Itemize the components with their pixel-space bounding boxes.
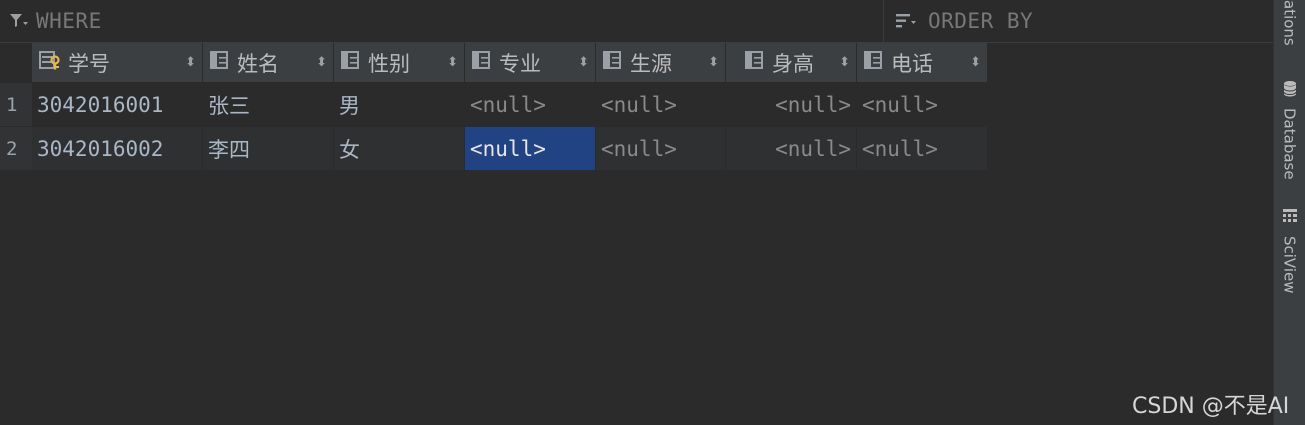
column-icon [471,50,493,75]
sort-toggle-icon[interactable]: ⬍ [185,55,196,70]
tool-tab-label: Database [1280,108,1299,180]
column-header-origin[interactable]: 生源 ⬍ [596,43,726,83]
result-grid: 学号 ⬍ 姓名 ⬍ 性别 ⬍ 专业 ⬍ 生源 ⬍ 身高 ⬍ 电话 ⬍ 1 304… [0,43,988,171]
sciview-icon [1282,208,1298,228]
sort-toggle-icon[interactable]: ⬍ [447,55,458,70]
row-number[interactable]: 2 [0,127,32,171]
row-number[interactable]: 1 [0,83,32,127]
primary-key-column-icon [38,49,62,76]
table-cell[interactable]: 3042016002 [32,127,203,171]
corner-cell [0,43,32,83]
column-header-label: 电话 [891,51,933,76]
column-header-name[interactable]: 姓名 ⬍ [203,43,334,83]
table-cell[interactable]: <null> [726,83,857,127]
column-icon [744,50,766,75]
tool-tab-database[interactable]: Database [1274,80,1305,180]
table-cell[interactable]: 女 [334,127,465,171]
sort-toggle-icon[interactable]: ⬍ [316,55,327,70]
selected-table-cell[interactable]: <null> [465,127,596,171]
database-icon [1282,80,1298,102]
column-header-label: 学号 [68,51,110,76]
column-header-phone[interactable]: 电话 ⬍ [857,43,988,83]
table-cell[interactable]: <null> [596,83,726,127]
table-cell[interactable]: <null> [465,83,596,127]
orderby-input[interactable] [928,9,1228,33]
column-icon [340,50,362,75]
column-header-label: 身高 [772,51,814,76]
tool-tab-label: ations [1280,0,1299,46]
column-header-label: 性别 [368,51,410,76]
tool-tab-sciview[interactable]: SciView [1274,208,1305,294]
header-row: 学号 ⬍ 姓名 ⬍ 性别 ⬍ 专业 ⬍ 生源 ⬍ 身高 ⬍ 电话 ⬍ [0,43,988,83]
table-row[interactable]: 1 3042016001 张三 男 <null> <null> <null> <… [0,83,988,127]
table-cell[interactable]: <null> [857,127,988,171]
filter-funnel-icon[interactable] [0,11,36,31]
right-tool-strip: ations Database SciView [1273,0,1305,425]
sort-lines-icon[interactable] [884,11,928,31]
table-cell[interactable]: 张三 [203,83,334,127]
table-cell[interactable]: <null> [726,127,857,171]
sort-toggle-icon[interactable]: ⬍ [578,55,589,70]
tool-tab-label: SciView [1280,236,1299,294]
column-icon [602,50,624,75]
column-header-gender[interactable]: 性别 ⬍ [334,43,465,83]
table-cell[interactable]: <null> [596,127,726,171]
table-cell[interactable]: <null> [857,83,988,127]
column-header-height[interactable]: 身高 ⬍ [726,43,857,83]
sort-toggle-icon[interactable]: ⬍ [970,55,981,70]
table-cell[interactable]: 3042016001 [32,83,203,127]
sort-toggle-icon[interactable]: ⬍ [708,55,719,70]
filter-bar [0,0,1274,43]
column-header-label: 专业 [499,51,541,76]
sort-toggle-icon[interactable]: ⬍ [839,55,850,70]
column-header-label: 姓名 [237,51,279,76]
column-icon [863,50,885,75]
tool-tab-notifications[interactable]: ations [1274,0,1305,46]
column-header-student-id[interactable]: 学号 ⬍ [32,43,203,83]
column-header-major[interactable]: 专业 ⬍ [465,43,596,83]
where-input[interactable] [36,9,336,33]
orderby-filter[interactable] [884,0,1274,42]
table-cell[interactable]: 李四 [203,127,334,171]
watermark-text: CSDN @不是AI [1132,394,1290,419]
table-cell[interactable]: 男 [334,83,465,127]
column-header-label: 生源 [630,51,672,76]
where-filter[interactable] [0,0,884,42]
column-icon [209,50,231,75]
table-row[interactable]: 2 3042016002 李四 女 <null> <null> <null> <… [0,127,988,171]
